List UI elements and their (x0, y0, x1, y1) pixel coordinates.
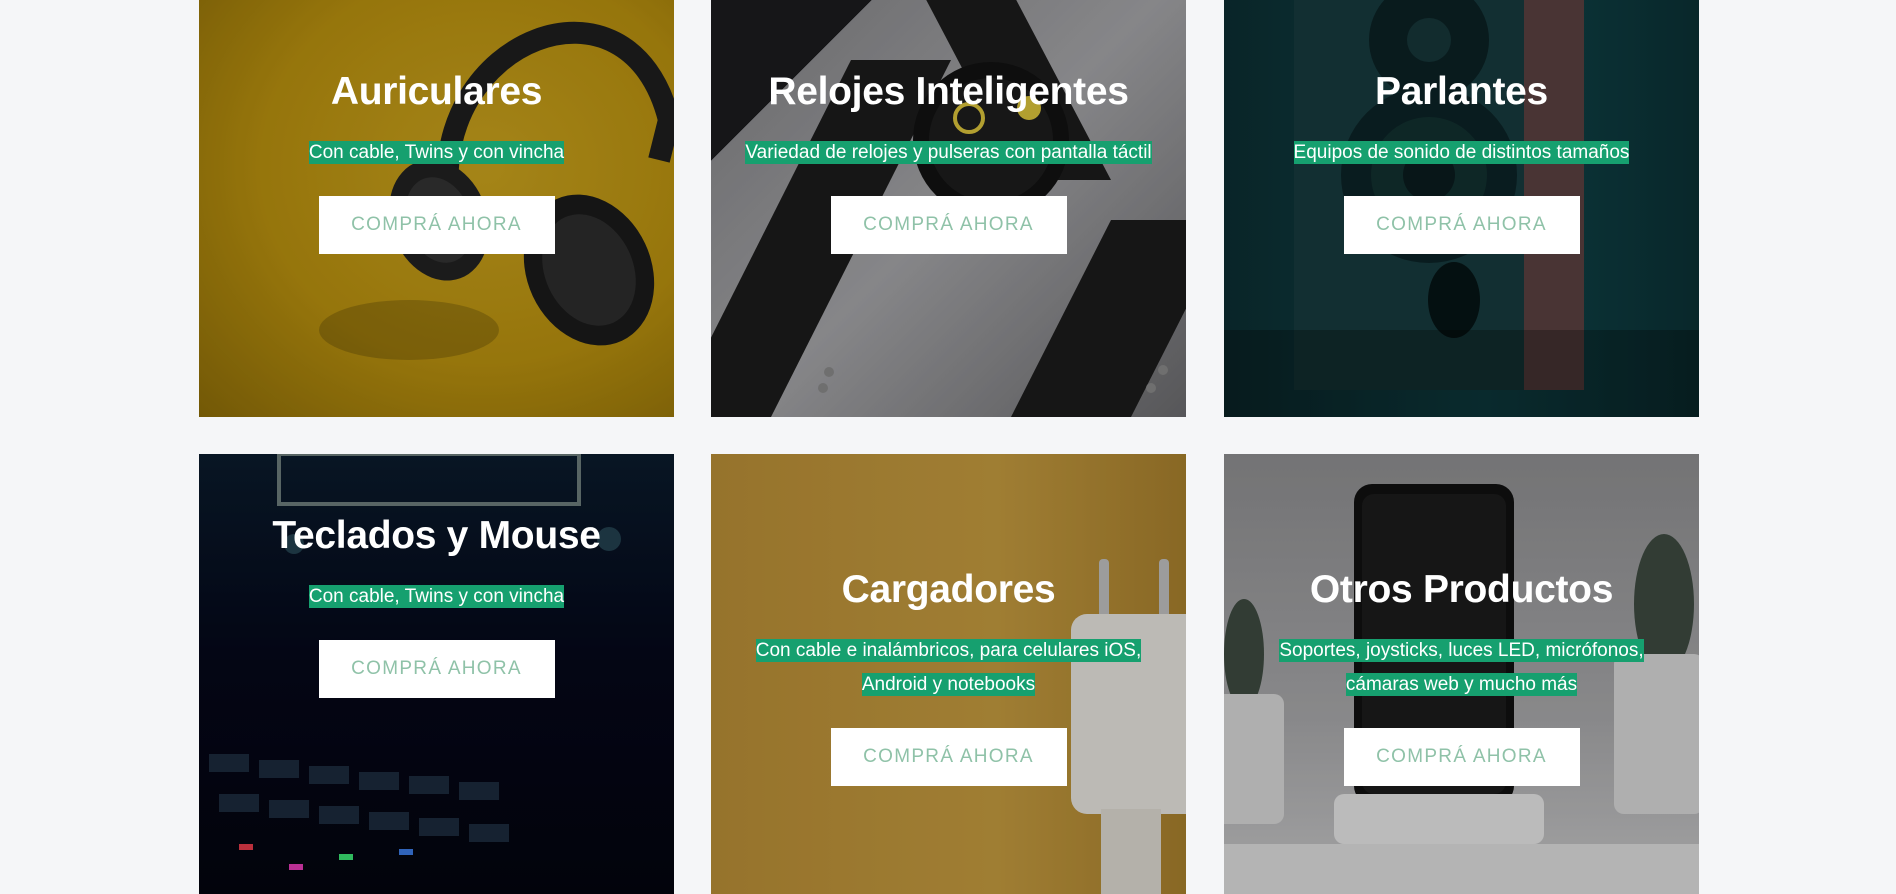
category-card-cargadores[interactable]: Cargadores Con cable e inalámbricos, par… (711, 454, 1186, 894)
category-description: Con cable, Twins y con vincha (308, 141, 565, 164)
category-card-otros-productos[interactable]: Otros Productos Soportes, joysticks, luc… (1224, 454, 1699, 894)
category-description: Con cable, Twins y con vincha (308, 585, 565, 608)
shop-now-button[interactable]: COMPRÁ AHORA (318, 196, 555, 254)
shop-now-button[interactable]: COMPRÁ AHORA (830, 196, 1067, 254)
category-description: Variedad de relojes y pulseras con panta… (745, 141, 1152, 164)
category-card-teclados-y-mouse[interactable]: Teclados y Mouse Con cable, Twins y con … (199, 454, 674, 894)
shop-now-button[interactable]: COMPRÁ AHORA (318, 640, 555, 698)
shop-now-button[interactable]: COMPRÁ AHORA (830, 728, 1067, 786)
category-card-auriculares[interactable]: Auriculares Con cable, Twins y con vinch… (199, 0, 674, 417)
category-description: Equipos de sonido de distintos tamaños (1293, 141, 1630, 164)
category-title: Teclados y Mouse (272, 514, 601, 557)
category-title: Relojes Inteligentes (768, 70, 1129, 113)
category-title: Parlantes (1375, 70, 1548, 113)
category-card-parlantes[interactable]: Parlantes Equipos de sonido de distintos… (1224, 0, 1699, 417)
shop-now-button[interactable]: COMPRÁ AHORA (1343, 728, 1580, 786)
category-title: Otros Productos (1309, 568, 1614, 611)
category-description: Soportes, joysticks, luces LED, micrófon… (1279, 639, 1644, 696)
category-title: Cargadores (841, 568, 1056, 611)
shop-now-button[interactable]: COMPRÁ AHORA (1343, 196, 1580, 254)
category-description: Con cable e inalámbricos, para celulares… (755, 639, 1142, 696)
category-title: Auriculares (330, 70, 543, 113)
category-grid: Auriculares Con cable, Twins y con vinch… (199, 0, 1699, 894)
category-card-relojes-inteligentes[interactable]: Relojes Inteligentes Variedad de relojes… (711, 0, 1186, 417)
